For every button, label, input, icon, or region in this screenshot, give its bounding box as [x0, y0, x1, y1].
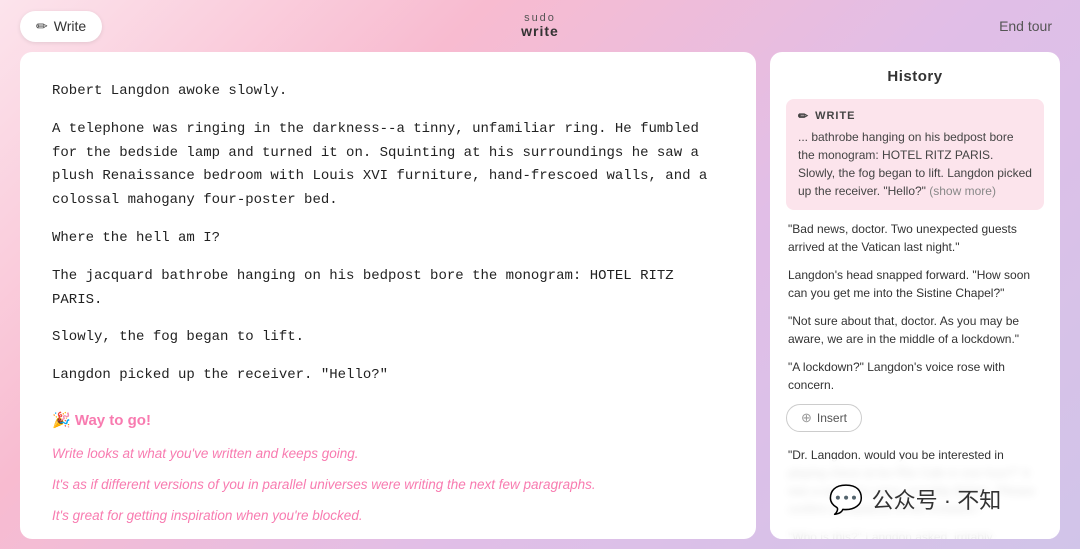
tour-line1: Write looks at what you've written and k…: [52, 443, 724, 466]
write-preview-text: ... bathrobe hanging on his bedpost bore…: [798, 130, 1032, 198]
tour-line2: It's as if different versions of you in …: [52, 474, 724, 497]
topbar: ✏ Write sudo write End tour: [0, 0, 1080, 52]
app-logo: sudo write: [521, 12, 559, 39]
history-write-preview: ... bathrobe hanging on his bedpost bore…: [798, 128, 1032, 200]
write-label-text: WRITE: [815, 110, 855, 122]
end-tour-label: End tour: [999, 18, 1052, 34]
history-block2: Langdon's head snapped forward. "How soo…: [786, 266, 1044, 302]
text-p5: Slowly, the fog began to lift.: [52, 326, 724, 350]
spacer: [52, 388, 724, 408]
wechat-icon: 💬: [829, 483, 864, 516]
text-p3: Where the hell am I?: [52, 227, 724, 251]
end-tour-button[interactable]: End tour: [991, 14, 1060, 38]
logo-bottom: write: [521, 24, 559, 39]
history-title: History: [786, 68, 1044, 85]
text-panel[interactable]: Robert Langdon awoke slowly. A telephone…: [20, 52, 756, 539]
tour-heading: 🎉 Way to go!: [52, 408, 724, 434]
history-write-block: ✏ WRITE ... bathrobe hanging on his bedp…: [786, 99, 1044, 210]
history-block1: "Bad news, doctor. Two unexpected guests…: [786, 220, 1044, 256]
history-block4: "A lockdown?" Langdon's voice rose with …: [786, 358, 1044, 394]
wechat-overlay: 💬 公众号 · 不知: [770, 459, 1060, 539]
write-button[interactable]: ✏ Write: [20, 11, 102, 42]
main-content: Robert Langdon awoke slowly. A telephone…: [0, 52, 1080, 549]
history-write-label: ✏ WRITE: [798, 109, 1032, 123]
history-block3: "Not sure about that, doctor. As you may…: [786, 312, 1044, 348]
insert1-label: Insert: [817, 411, 847, 425]
text-p1: Robert Langdon awoke slowly.: [52, 80, 724, 104]
tour-line3: It's great for getting inspiration when …: [52, 505, 724, 528]
write-icon: ✏: [798, 109, 809, 123]
insert-icon-1: ⊕: [801, 410, 812, 426]
right-wrapper: History ✏ WRITE ... bathrobe hanging on …: [770, 52, 1060, 539]
text-p2: A telephone was ringing in the darkness-…: [52, 118, 724, 213]
write-button-label: Write: [54, 18, 86, 34]
show-more-link[interactable]: (show more): [929, 184, 996, 198]
wechat-text: 公众号 · 不知: [872, 483, 1002, 515]
text-p4: The jacquard bathrobe hanging on his bed…: [52, 265, 724, 313]
pencil-icon: ✏: [36, 18, 48, 35]
insert-button-1[interactable]: ⊕ Insert: [786, 404, 862, 432]
text-p6: Langdon picked up the receiver. "Hello?": [52, 364, 724, 388]
